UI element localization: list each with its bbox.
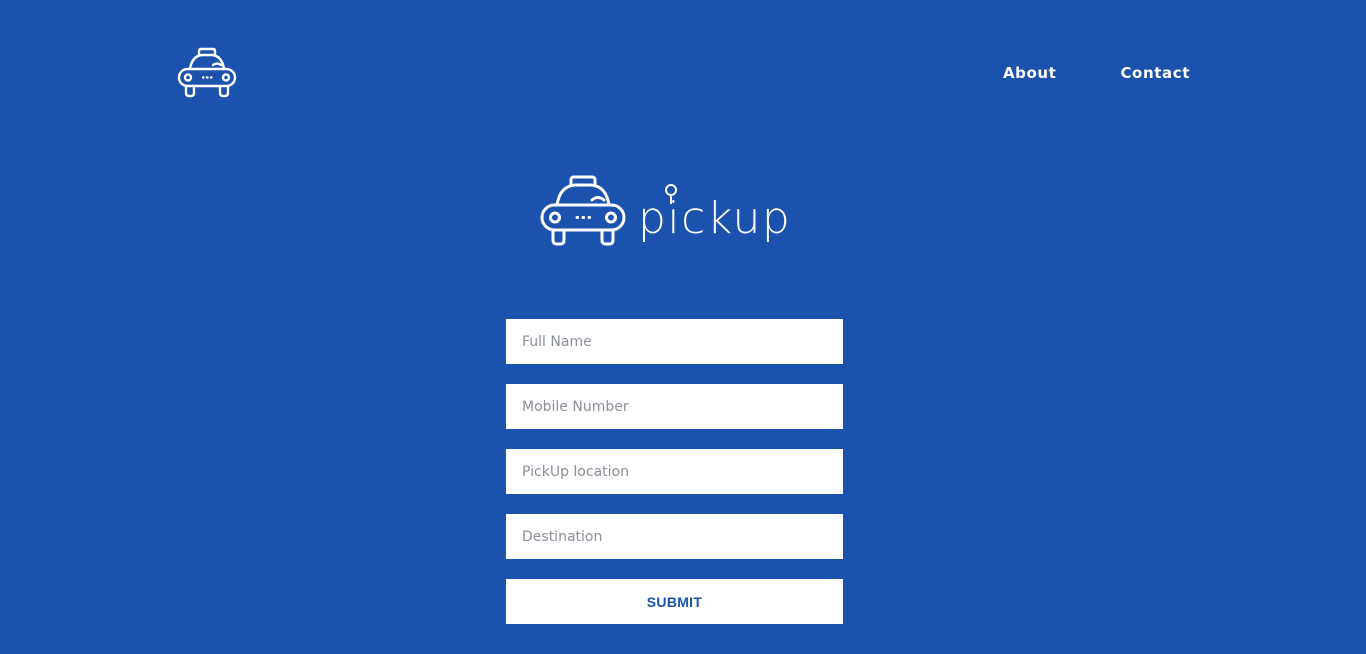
location-pin-icon: [665, 184, 677, 204]
taxi-icon: [540, 175, 626, 246]
header-logo-link[interactable]: [176, 46, 238, 102]
destination-input[interactable]: [506, 514, 843, 559]
brand-name: pickup: [638, 184, 791, 244]
mobile-number-input[interactable]: [506, 384, 843, 429]
booking-form: SUBMIT: [506, 319, 843, 624]
pickup-location-input[interactable]: [506, 449, 843, 494]
brand-logo: pickup: [538, 172, 791, 252]
nav-link-about[interactable]: About: [1003, 64, 1057, 82]
full-name-input[interactable]: [506, 319, 843, 364]
top-nav: About Contact: [1003, 64, 1190, 82]
page-scrollbar[interactable]: [1349, 0, 1366, 654]
submit-button[interactable]: SUBMIT: [506, 579, 843, 624]
taxi-icon: [177, 47, 237, 98]
nav-link-contact[interactable]: Contact: [1120, 64, 1190, 82]
